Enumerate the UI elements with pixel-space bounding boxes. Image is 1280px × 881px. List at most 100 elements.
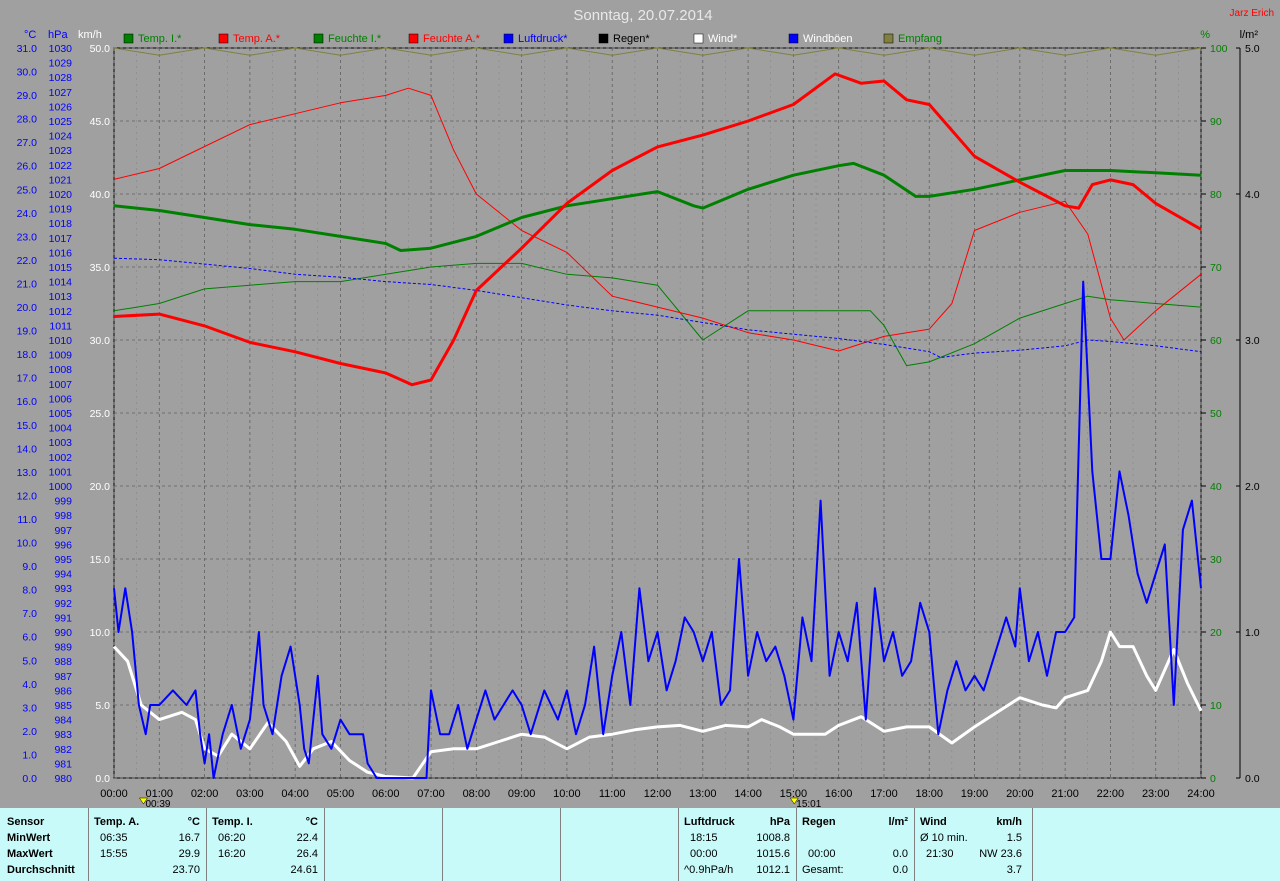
x-tick-label: 17:00 [870, 788, 898, 800]
temp-a-max-value: 29.9 [178, 848, 200, 860]
temp-tick-label: 26.0 [17, 161, 38, 173]
pressure-tick-label: 988 [54, 656, 72, 668]
unit-label: l/m² [1240, 29, 1259, 41]
x-tick-label: 22:00 [1097, 788, 1125, 800]
wind-tick-label: 50.0 [90, 43, 111, 55]
legend-swatch [218, 33, 229, 44]
x-tick-label: 19:00 [961, 788, 989, 800]
temp-tick-label: 13.0 [17, 467, 38, 479]
rain-total-value: 0.0 [892, 864, 908, 876]
rain-tick-label: 1.0 [1245, 627, 1260, 639]
x-tick-label: 13:00 [689, 788, 717, 800]
unit-label: % [1200, 29, 1210, 41]
pressure-tick-label: 1013 [49, 291, 73, 303]
pressure-tick-label: 1004 [49, 423, 73, 435]
pressure-tick-label: 990 [54, 627, 72, 639]
pressure-tick-label: 995 [54, 554, 72, 566]
pressure-tick-label: 1014 [49, 277, 73, 289]
legend-swatch [598, 33, 609, 44]
rain-tick-label: 3.0 [1245, 335, 1260, 347]
temp-tick-label: 6.0 [22, 632, 37, 644]
legend-label: Windböen [803, 33, 853, 45]
pressure-tick-label: 1027 [49, 87, 73, 99]
legend-swatch [788, 33, 799, 44]
stats-divider [1032, 808, 1033, 881]
humidity-tick-label: 80 [1210, 189, 1222, 201]
legend-label: Temp. I.* [138, 33, 182, 45]
avg-label: Durchschnitt [7, 864, 75, 876]
pressure-max-time: 00:00 [690, 848, 718, 860]
pressure-tick-label: 1028 [49, 72, 73, 84]
temp-tick-label: 30.0 [17, 67, 38, 79]
temp-tick-label: 7.0 [22, 608, 37, 620]
x-tick-label: 03:00 [236, 788, 264, 800]
temp-i-avg-value: 24.61 [290, 864, 318, 876]
rain-unit: l/m² [888, 816, 908, 828]
grid [113, 47, 1202, 779]
wind-tick-label: 25.0 [90, 408, 111, 420]
author-label: Jarz Erich [1230, 8, 1274, 19]
rain-tick-label: 4.0 [1245, 189, 1260, 201]
stats-divider [560, 808, 561, 881]
wind-tick-label: 10.0 [90, 627, 111, 639]
pressure-tick-label: 1001 [49, 466, 73, 478]
temp-tick-label: 4.0 [22, 679, 37, 691]
pressure-min-value: 1008.8 [756, 832, 790, 844]
humidity-tick-label: 90 [1210, 116, 1222, 128]
legend-label: Luftdruck* [518, 33, 568, 45]
rain-tick-label: 0.0 [1245, 773, 1260, 785]
pressure-tick-label: 996 [54, 539, 72, 551]
min-label: MinWert [7, 832, 51, 844]
temp-tick-label: 0.0 [22, 773, 37, 785]
pressure-tick-label: 1009 [49, 350, 73, 362]
legend-swatch [883, 33, 894, 44]
x-tick-label: 16:00 [825, 788, 853, 800]
rain-total-label: Gesamt: [802, 864, 844, 876]
pressure-tick-label: 1030 [49, 43, 73, 55]
wind-max-value: NW 23.6 [979, 848, 1022, 860]
pressure-tick-label: 1000 [49, 481, 73, 493]
sensor-header: Sensor [7, 816, 45, 828]
x-tick-label: 08:00 [463, 788, 491, 800]
humidity-tick-label: 100 [1210, 43, 1228, 55]
pressure-tick-label: 1019 [49, 204, 73, 216]
pressure-tick-label: 1025 [49, 116, 73, 128]
wind-avg-value: 3.7 [1006, 864, 1022, 876]
temp-a-avg-value: 23.70 [172, 864, 200, 876]
humidity-tick-label: 30 [1210, 554, 1222, 566]
temp-tick-label: 5.0 [22, 655, 37, 667]
pressure-tick-label: 989 [54, 642, 72, 654]
stats-divider [914, 808, 915, 881]
pressure-tick-label: 1018 [49, 218, 73, 230]
humidity-tick-label: 0 [1210, 773, 1216, 785]
stats-divider [206, 808, 207, 881]
pressure-tick-label: 994 [54, 569, 72, 581]
temp-a-unit: °C [187, 816, 200, 828]
pressure-tick-label: 1016 [49, 247, 73, 259]
pressure-tick-label: 997 [54, 525, 72, 537]
x-tick-label: 05:00 [327, 788, 355, 800]
temp-i-unit: °C [305, 816, 318, 828]
legend-label: Regen* [613, 33, 650, 45]
rain-header: Regen [802, 816, 836, 828]
pressure-tick-label: 1024 [49, 131, 73, 143]
time-marker-label: 15:01 [796, 799, 821, 808]
temp-a-header: Temp. A. [94, 816, 140, 828]
x-tick-label: 00:00 [100, 788, 128, 800]
weather-chart: Sonntag, 20.07.2014 Jarz Erich Temp. I.*… [17, 7, 1274, 808]
temp-tick-label: 12.0 [17, 490, 38, 502]
temp-i-min-time: 06:20 [218, 832, 246, 844]
temp-tick-label: 10.0 [17, 538, 38, 550]
temp-tick-label: 22.0 [17, 255, 38, 267]
humidity-tick-label: 50 [1210, 408, 1222, 420]
stats-divider [442, 808, 443, 881]
statistics-panel: Sensor MinWert MaxWert Durchschnitt Temp… [0, 808, 1280, 881]
pressure-tick-label: 992 [54, 598, 72, 610]
pressure-tick-label: 1020 [49, 189, 73, 201]
x-tick-label: 06:00 [372, 788, 400, 800]
temp-i-max-value: 26.4 [296, 848, 318, 860]
pressure-tick-label: 993 [54, 583, 72, 595]
x-tick-label: 11:00 [599, 788, 626, 800]
wind-tick-label: 0.0 [95, 773, 110, 785]
humidity-tick-label: 60 [1210, 335, 1222, 347]
